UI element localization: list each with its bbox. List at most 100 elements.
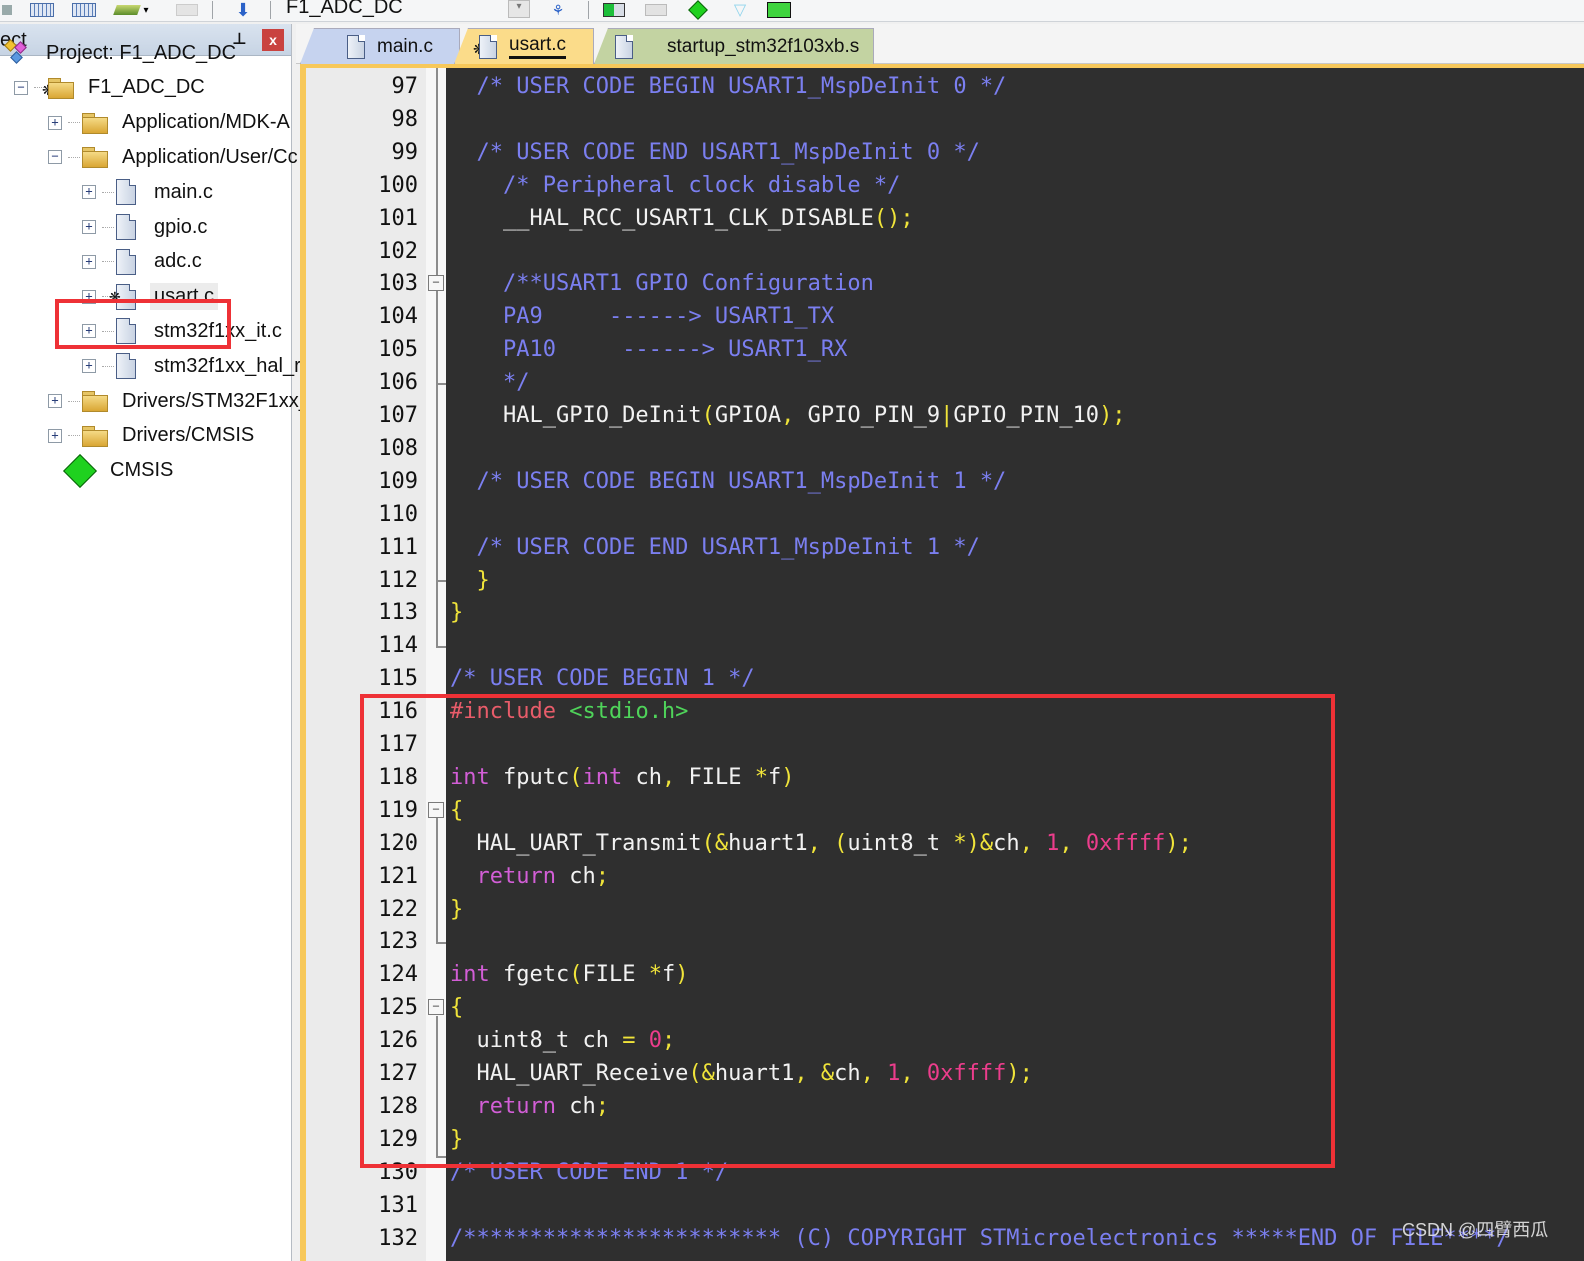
code-text[interactable]: /* USER CODE END USART1_MspDeInit 0 */: [450, 136, 980, 169]
expand-icon[interactable]: +: [48, 428, 62, 443]
code-text[interactable]: /************************ (C) COPYRIGHT …: [450, 1222, 1510, 1255]
line-number: 98: [391, 106, 419, 132]
tree-item[interactable]: Project: F1_ADC_DC: [4, 36, 240, 70]
code-text[interactable]: PA10 ------> USART1_RX: [450, 333, 847, 366]
expand-icon[interactable]: +: [82, 359, 96, 374]
code-text[interactable]: /* USER CODE BEGIN USART1_MspDeInit 1 */: [450, 465, 1007, 498]
code-token: GPIO_PIN_9: [794, 403, 941, 428]
toolbar: ▾ ⬇ F1_ADC_DC ▾ ⚘ ▽: [0, 0, 1584, 22]
watermark: CSDN @四臂西瓜: [1402, 1220, 1549, 1240]
tree-item[interactable]: + gpio.c: [82, 210, 211, 244]
tab-usart-c[interactable]: ❋ usart.c: [454, 28, 594, 64]
fold-guide: [436, 68, 438, 646]
code-text[interactable]: /* USER CODE BEGIN 1 */: [450, 662, 755, 695]
code-line: 105 PA10 ------> USART1_RX: [306, 333, 1584, 366]
expand-icon[interactable]: +: [82, 185, 96, 200]
code-text[interactable]: }: [450, 596, 463, 629]
line-number: 99: [391, 139, 419, 165]
line-number: 112: [378, 567, 418, 593]
tree-connector: [102, 261, 114, 263]
download-icon[interactable]: ⬇: [228, 0, 258, 20]
code-text[interactable]: PA9 ------> USART1_TX: [450, 300, 834, 333]
target-folder-icon: ❋: [42, 77, 74, 99]
collapse-icon[interactable]: −: [14, 80, 28, 95]
line-number: 97: [391, 74, 419, 99]
batch-build-icon[interactable]: [0, 0, 14, 20]
tree-item[interactable]: − ❋ F1_ADC_DC: [14, 71, 209, 105]
code-token: */: [502, 370, 530, 396]
line-number: 103: [378, 271, 418, 297]
fold-guide-end: [436, 646, 446, 648]
checkmark-board-icon[interactable]: [764, 0, 794, 20]
tree-item[interactable]: + adc.c: [82, 245, 206, 279]
grid-icon[interactable]: [70, 0, 98, 20]
code-line: 104 PA9 ------> USART1_TX: [306, 300, 1584, 333]
green-diamond-icon[interactable]: [684, 0, 712, 20]
folder-icon: [82, 425, 108, 447]
close-icon[interactable]: x: [262, 29, 284, 51]
tree-item[interactable]: + Drivers/CMSIS: [48, 419, 258, 453]
tree-item[interactable]: CMSIS: [48, 453, 177, 488]
code-line: 115 /* USER CODE BEGIN 1 */: [306, 662, 1584, 695]
insert-icon[interactable]: [642, 0, 670, 20]
line-number: 131: [378, 1192, 418, 1218]
tree-connector: [102, 226, 114, 228]
manage-components-icon[interactable]: ⚘: [542, 0, 574, 20]
code-token: /* Peripheral clock disable */: [502, 172, 901, 198]
tree-connector: [68, 435, 80, 437]
code-line: 111 /* USER CODE END USART1_MspDeInit 1 …: [306, 531, 1584, 564]
gear-icon: ❋: [42, 81, 54, 98]
tree-item[interactable]: + Drivers/STM32F1xx_: [48, 384, 314, 418]
tree-item[interactable]: + Application/MDK-A: [48, 106, 294, 140]
pack-installer-icon[interactable]: ▾: [112, 0, 152, 20]
code-token: /* USER CODE END USART1_MspDeInit 0 */: [476, 139, 980, 165]
highlight-box-usart-file: [55, 299, 231, 349]
tree-item-label: Drivers/CMSIS: [122, 424, 255, 447]
expand-icon[interactable]: +: [82, 220, 96, 234]
tab-main-c[interactable]: main.c: [300, 28, 460, 64]
tree-item[interactable]: + stm32f1xx_hal_r: [82, 349, 305, 383]
code-text[interactable]: HAL_GPIO_DeInit(GPIOA, GPIO_PIN_9|GPIO_P…: [450, 399, 1126, 432]
collapse-icon[interactable]: −: [48, 150, 62, 165]
line-number: 104: [378, 304, 418, 330]
editor-tab-bar: main.c ❋ usart.c startup_stm32f103xb.s: [296, 24, 1584, 64]
grid-icon[interactable]: [28, 0, 56, 20]
tree-item[interactable]: + main.c: [82, 175, 217, 209]
target-dropdown-chevron-icon[interactable]: ▾: [508, 0, 530, 18]
code-text[interactable]: /* USER CODE BEGIN USART1_MspDeInit 0 */: [450, 70, 1007, 103]
line-number: 105: [378, 337, 418, 363]
tree-item[interactable]: − Application/User/Cc: [48, 140, 302, 174]
tree-item-label: gpio.c: [154, 215, 208, 238]
code-text[interactable]: */: [450, 366, 530, 399]
code-text[interactable]: }: [450, 564, 490, 597]
code-line: 114: [306, 629, 1584, 662]
cmsis-component-icon: [63, 453, 97, 488]
line-number: 114: [378, 633, 418, 659]
code-text[interactable]: /* Peripheral clock disable */: [450, 169, 900, 202]
expand-icon[interactable]: +: [48, 394, 62, 408]
filter-icon[interactable]: ▽: [726, 0, 754, 20]
tree-connector: [68, 156, 80, 158]
code-line: 100 /* Peripheral clock disable */: [306, 169, 1584, 202]
expand-icon[interactable]: +: [48, 115, 62, 130]
code-token: );: [1099, 403, 1126, 428]
target-selector[interactable]: F1_ADC_DC: [286, 0, 403, 19]
code-token: }: [476, 567, 490, 593]
line-number: 113: [378, 600, 418, 626]
tab-startup-s[interactable]: startup_stm32f103xb.s: [594, 28, 874, 64]
code-token: /**USART1 GPIO Configuration: [502, 271, 874, 297]
expand-icon[interactable]: +: [82, 254, 96, 269]
code-text[interactable]: /**USART1 GPIO Configuration: [450, 267, 874, 300]
code-token: ();: [873, 205, 914, 231]
code-text[interactable]: __HAL_RCC_USART1_CLK_DISABLE();: [450, 202, 914, 235]
fold-collapse-icon[interactable]: −: [428, 275, 444, 292]
code-token: (: [701, 403, 715, 428]
select-pack-icon[interactable]: [600, 0, 628, 20]
line-number: 107: [378, 403, 418, 428]
tree-item-label: Application/User/Cc: [122, 145, 298, 168]
code-text[interactable]: /* USER CODE END USART1_MspDeInit 1 */: [450, 531, 980, 564]
